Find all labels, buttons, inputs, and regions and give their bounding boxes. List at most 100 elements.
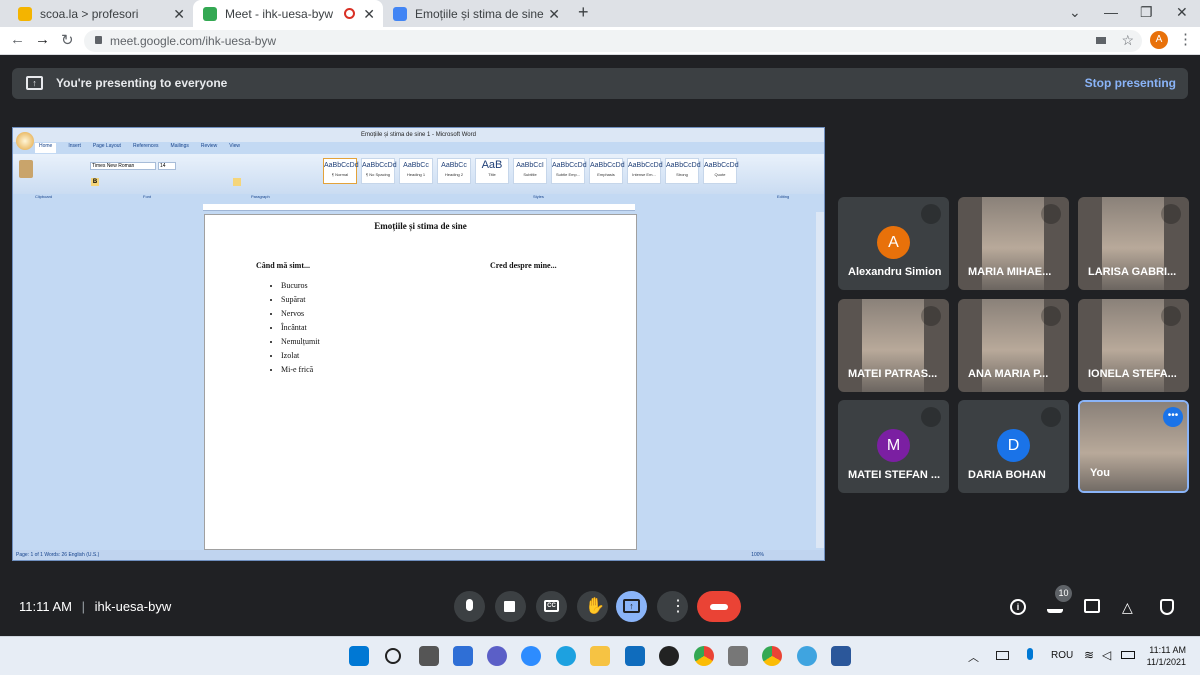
profile-avatar[interactable]: A <box>1150 31 1168 49</box>
volume-icon[interactable]: ◁ <box>1102 648 1111 662</box>
keyboard-icon[interactable] <box>996 651 1009 660</box>
teams-chat-icon[interactable] <box>487 646 507 666</box>
style-quote[interactable]: AaBbCcDd Quote <box>703 158 739 184</box>
wifi-icon[interactable]: ≋ <box>1084 648 1094 662</box>
style-subtitle[interactable]: AaBbCcI Subtitle <box>513 158 547 184</box>
bookmark-star-icon[interactable]: ☆ <box>1121 32 1134 49</box>
captions-button[interactable]: CC <box>536 591 567 622</box>
presenting-text: You're presenting to everyone <box>56 76 228 90</box>
input-language[interactable]: ROU <box>1051 650 1073 661</box>
style-emphasis[interactable]: AaBbCcDd Emphasis <box>589 158 625 184</box>
zoom-icon[interactable] <box>521 646 541 666</box>
present-now-button[interactable]: ↑ <box>616 591 647 622</box>
style-intense-emphasis[interactable]: AaBbCcDd Intense Em... <box>627 158 663 184</box>
participant-tile[interactable]: ANA MARIA P... <box>958 299 1069 392</box>
style-heading-1[interactable]: AaBbCc Heading 1 <box>399 158 433 184</box>
align-center-button-icon[interactable] <box>233 178 241 186</box>
office-button-icon[interactable] <box>16 132 34 150</box>
browser-app-icon[interactable] <box>797 646 817 666</box>
document-page[interactable]: Emoțiile și stima de sine Când mă simt..… <box>204 214 637 550</box>
font-size-box[interactable]: 14 <box>158 162 176 170</box>
participant-tile[interactable]: A Alexandru Simion <box>838 197 949 290</box>
search-icon[interactable] <box>385 648 401 664</box>
font-name-box[interactable]: Times New Roman <box>90 162 156 170</box>
ribbon-tab-references[interactable]: References <box>133 143 159 153</box>
scoala-favicon-icon <box>18 6 32 21</box>
minimize-icon[interactable]: — <box>1104 4 1118 20</box>
participant-tile[interactable]: MATEI PATRAS... <box>838 299 949 392</box>
camera-button[interactable] <box>495 591 526 622</box>
stop-presenting-button[interactable]: Stop presenting <box>1085 76 1188 90</box>
close-window-icon[interactable]: ✕ <box>1176 4 1188 21</box>
more-options-icon[interactable]: ••• <box>1163 407 1183 427</box>
tab-search-icon[interactable]: ⌄ <box>1069 4 1081 21</box>
style-no-spacing[interactable]: AaBbCcDd ¶ No Spacing <box>361 158 397 184</box>
people-button[interactable]: 10 <box>1045 585 1072 617</box>
browser-menu-icon[interactable]: ⋮ <box>1178 30 1193 48</box>
chrome-profile-icon[interactable] <box>762 646 782 666</box>
participant-name: ANA MARIA P... <box>968 368 1049 380</box>
back-icon[interactable]: ← <box>10 31 25 48</box>
ribbon-tab-mailings[interactable]: Mailings <box>171 143 189 153</box>
vertical-scrollbar[interactable] <box>816 212 824 548</box>
microphone-icon <box>466 599 473 611</box>
style-subtle-emphasis[interactable]: AaBbCcDd Subtle Emp... <box>551 158 587 184</box>
horizontal-ruler[interactable] <box>203 204 635 211</box>
tray-chevron-icon[interactable]: ︿ <box>968 649 979 665</box>
taskbar-clock[interactable]: 11:11 AM 11/1/2021 <box>1147 644 1186 668</box>
style-normal[interactable]: AaBbCcDd ¶ Normal <box>323 158 359 184</box>
close-tab-icon[interactable]: ✕ <box>548 6 560 23</box>
microphone-tray-icon[interactable] <box>1027 648 1033 660</box>
ribbon-tab-insert[interactable]: Insert <box>68 143 81 153</box>
muted-mic-icon <box>921 306 941 326</box>
participant-tile[interactable]: M MATEI STEFAN ... <box>838 400 949 493</box>
close-tab-icon[interactable]: ✕ <box>363 6 375 23</box>
printer-icon[interactable] <box>728 646 748 666</box>
self-tile[interactable]: ••• You <box>1078 400 1189 493</box>
chrome-icon[interactable] <box>694 646 714 666</box>
bold-button-icon[interactable]: B <box>91 178 99 186</box>
task-view-icon[interactable] <box>419 646 439 666</box>
style-strong[interactable]: AaBbCcDd Strong <box>665 158 701 184</box>
chat-button[interactable] <box>1082 597 1102 617</box>
participant-tile[interactable]: D DARIA BOHAN <box>958 400 1069 493</box>
new-tab-icon[interactable]: + <box>578 2 589 23</box>
raise-hand-button[interactable]: ✋ <box>577 591 608 622</box>
leave-call-button[interactable] <box>697 591 741 622</box>
mail-icon[interactable] <box>625 646 645 666</box>
ribbon-tab-page-layout[interactable]: Page Layout <box>93 143 121 153</box>
zoom-level[interactable]: 100% <box>751 550 764 560</box>
browser-tab[interactable]: Emoțiile și stima de sine ✕ <box>383 0 568 27</box>
activities-button[interactable]: △ <box>1120 597 1140 617</box>
camera-icon[interactable] <box>1096 37 1106 44</box>
maximize-icon[interactable]: ❐ <box>1140 4 1153 21</box>
paste-icon[interactable] <box>19 160 33 178</box>
github-icon[interactable] <box>659 646 679 666</box>
ribbon-tab-view[interactable]: View <box>229 143 240 153</box>
browser-tab-active[interactable]: Meet - ihk-uesa-byw ✕ <box>193 0 383 27</box>
start-icon[interactable] <box>349 646 369 666</box>
style-heading-2[interactable]: AaBbCc Heading 2 <box>437 158 471 184</box>
reload-icon[interactable]: ↻ <box>61 31 74 49</box>
slides-favicon-icon <box>393 6 407 21</box>
recording-dot-icon <box>344 8 355 19</box>
forward-icon[interactable]: → <box>35 31 50 48</box>
participant-tile[interactable]: IONELA STEFA... <box>1078 299 1189 392</box>
ribbon-tab-review[interactable]: Review <box>201 143 217 153</box>
ribbon-tab-home[interactable]: Home <box>35 143 57 153</box>
browser-tab[interactable]: scoa.la > profesori ✕ <box>8 0 193 27</box>
participant-tile[interactable]: MARIA MIHAE... <box>958 197 1069 290</box>
file-explorer-icon[interactable] <box>590 646 610 666</box>
more-options-button[interactable]: ⋮ <box>657 591 688 622</box>
style-title[interactable]: AaB Title <box>475 158 509 184</box>
microphone-button[interactable] <box>454 591 485 622</box>
battery-icon[interactable] <box>1121 651 1135 659</box>
meeting-details-button[interactable]: i <box>1008 597 1028 617</box>
word-app-icon[interactable] <box>831 646 851 666</box>
participant-tile[interactable]: LARISA GABRI... <box>1078 197 1189 290</box>
address-bar[interactable]: meet.google.com/ihk-uesa-byw ☆ <box>84 30 1142 52</box>
host-controls-button[interactable] <box>1157 597 1177 617</box>
close-tab-icon[interactable]: ✕ <box>173 6 185 23</box>
edge-icon[interactable] <box>556 646 576 666</box>
widgets-icon[interactable] <box>453 646 473 666</box>
